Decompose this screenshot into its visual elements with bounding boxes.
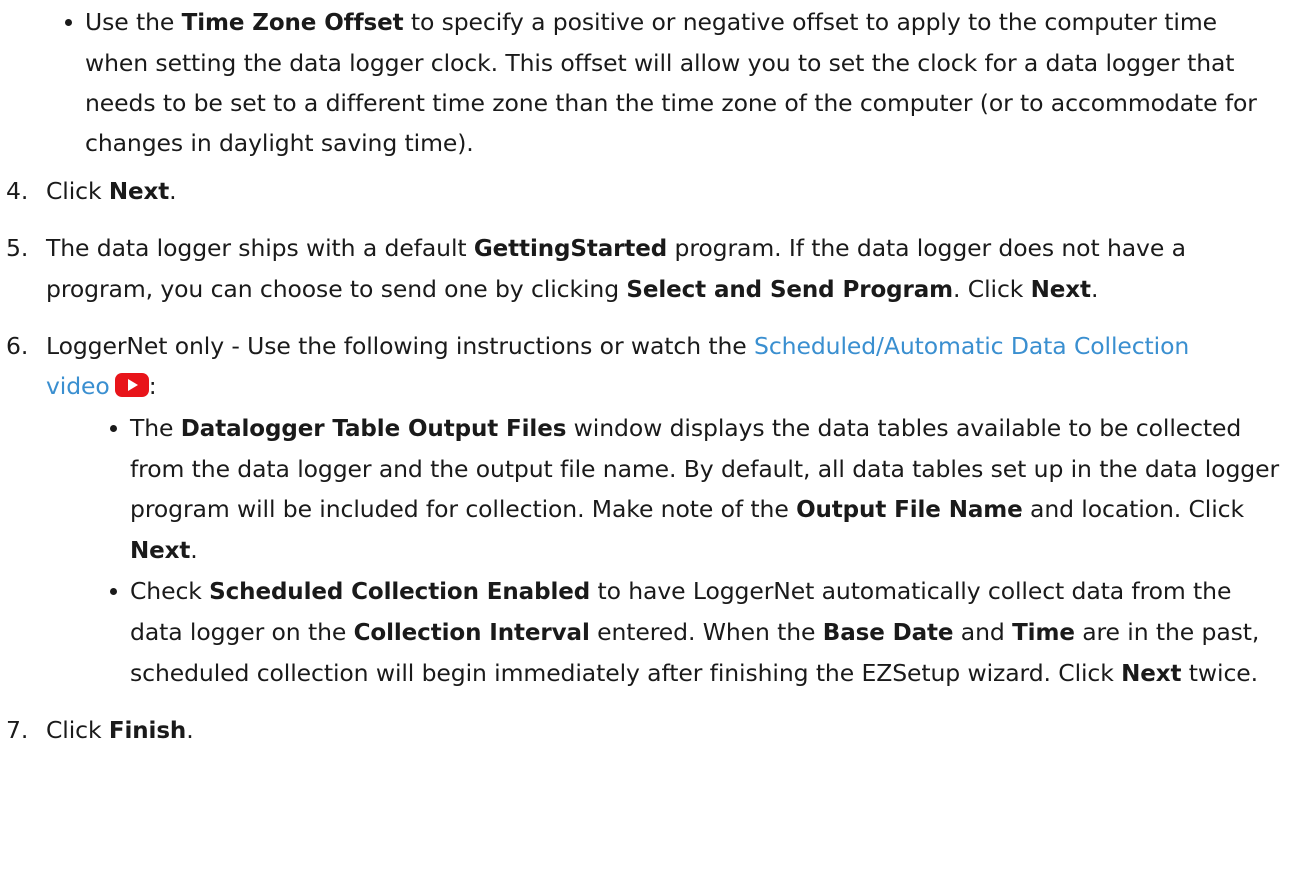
ui-term-next: Next [130,538,191,564]
text: The [130,414,181,442]
step-4: 4. Click Next. [6,171,1246,212]
text: . [169,177,177,205]
step-7: 7. Click Finish. [6,710,1246,751]
text: . [186,716,194,744]
text: The data logger ships with a default [46,234,474,262]
step-5: 5. The data logger ships with a default G… [6,228,1246,310]
ui-term-time: Time [1012,620,1075,646]
ui-term-scheduled-collection-enabled: Scheduled Collection Enabled [209,579,591,605]
text: Click [46,716,109,744]
text: Check [130,577,210,605]
step-number: 6. [6,332,29,360]
document-page: Use the Time Zone Offset to specify a po… [0,0,1295,884]
bullet-datalogger-table-output-files: The Datalogger Table Output Files window… [110,408,1285,571]
text: twice. [1181,659,1259,687]
ui-term-gettingstarted: GettingStarted [473,236,668,262]
ui-term-next: Next [108,179,170,205]
text: LoggerNet only - Use the following instr… [46,332,755,360]
ui-term-next: Next [1121,661,1182,687]
ui-term-collection-interval: Collection Interval [353,620,590,646]
step-number: 7. [6,716,29,744]
step-number: 5. [6,234,29,262]
text: : [148,372,157,400]
ui-term-base-date: Base Date [822,620,954,646]
youtube-play-icon[interactable] [114,373,149,397]
text: Use the [85,8,182,36]
ui-term-datalogger-table-output-files: Datalogger Table Output Files [180,416,567,442]
step-6: 6. LoggerNet only - Use the following ins… [6,326,1246,406]
bullet-time-zone-offset: Use the Time Zone Offset to specify a po… [65,2,1280,163]
text: . [1090,275,1099,303]
ui-term-output-file-name: Output File Name [796,497,1023,523]
bullet-scheduled-collection: Check Scheduled Collection Enabled to ha… [110,571,1285,694]
text: . [190,536,198,564]
text: . Click [953,275,1031,303]
text: and location. Click [1022,495,1244,523]
ui-term-finish: Finish [108,718,187,744]
text: and [953,618,1013,646]
text: Click [46,177,109,205]
ui-term-next: Next [1030,277,1091,303]
ui-term-time-zone-offset: Time Zone Offset [181,10,404,36]
ui-term-select-and-send-program: Select and Send Program [626,277,954,303]
step-number: 4. [6,177,29,205]
text: entered. When the [589,618,823,646]
